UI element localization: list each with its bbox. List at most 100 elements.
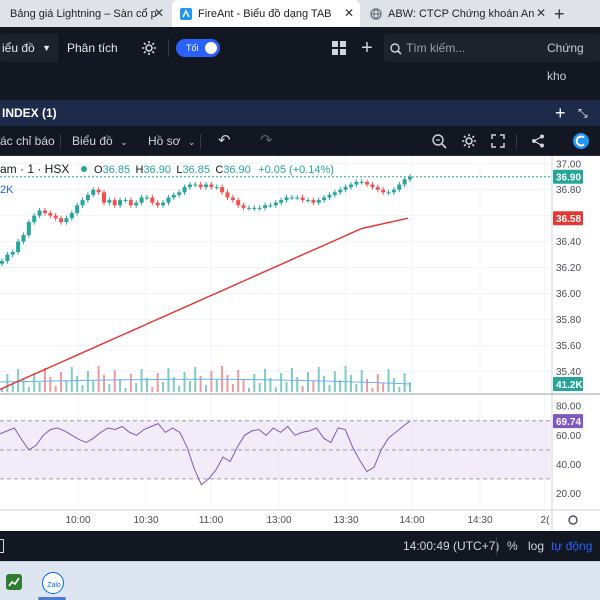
chart-type-dropdown[interactable]: Biểu đồ ⌄: [72, 126, 128, 156]
percent-scale-toggle[interactable]: %: [507, 539, 518, 553]
volume-bar: [323, 376, 326, 392]
x-tick-label: 10:00: [65, 515, 90, 526]
volume-bar: [92, 380, 95, 392]
candle-body: [386, 192, 391, 194]
divider: [60, 134, 61, 149]
volume-bar: [124, 388, 127, 392]
candle-body: [171, 194, 176, 198]
browser-tab-2[interactable]: FireAnt - Biểu đồ dạng TAB ✕: [172, 0, 360, 27]
candle-body: [102, 192, 106, 203]
search-placeholder: Tìm kiếm...: [406, 41, 466, 55]
volume-bar: [274, 387, 277, 392]
add-panel-icon[interactable]: +: [555, 100, 566, 126]
candle-body: [59, 218, 64, 223]
candle-body: [220, 187, 225, 193]
panel-title: INDEX (1): [2, 106, 57, 120]
divider: [516, 134, 517, 149]
chart-menu-dropdown[interactable]: iểu đồ ▼: [0, 34, 58, 62]
fullscreen-icon[interactable]: [487, 130, 509, 152]
close-icon[interactable]: ✕: [536, 6, 546, 20]
volume-bar: [6, 374, 9, 392]
share-icon[interactable]: [527, 130, 549, 152]
candle-body: [359, 181, 364, 183]
candle-body: [257, 207, 262, 209]
candle-body: [182, 187, 187, 193]
clock-time[interactable]: 14:00:49 (UTC+7): [403, 539, 499, 553]
volume-bar: [70, 367, 73, 392]
volume-bar: [33, 373, 36, 392]
candle-body: [306, 200, 310, 202]
chart-settings-gear-icon[interactable]: [458, 130, 480, 152]
candle-body: [252, 207, 257, 209]
add-icon[interactable]: +: [356, 37, 378, 59]
settings-gear-icon[interactable]: [138, 37, 160, 59]
volume-bar: [49, 377, 52, 392]
globe-icon: [370, 7, 382, 20]
candle-body: [166, 197, 171, 203]
volume-bar: [398, 387, 401, 392]
volume-bar: [188, 381, 191, 392]
browser-tab-3[interactable]: ABW: CTCP Chứng khoán An Bình ✕: [362, 0, 552, 27]
high-value: 36.90: [143, 164, 171, 176]
dark-mode-toggle[interactable]: Tối: [176, 39, 220, 57]
candle-body: [144, 197, 149, 199]
volume-bar: [162, 382, 165, 392]
candle-body: [397, 184, 402, 190]
candle-body: [214, 187, 219, 189]
price-tick-label: 36.00: [556, 289, 581, 300]
stocks-app-icon[interactable]: [6, 574, 22, 590]
fireant-logo-icon[interactable]: [570, 130, 592, 152]
analysis-link[interactable]: Phân tích: [67, 34, 118, 62]
candle-body: [408, 176, 412, 180]
x-tick-label: 13:30: [333, 515, 358, 526]
auto-scale-toggle[interactable]: tự động: [551, 539, 592, 553]
profile-dropdown[interactable]: Hồ sơ ⌄: [148, 126, 195, 156]
chevron-down-icon: ⌄: [187, 137, 196, 147]
zalo-icon[interactable]: Zalo: [42, 572, 64, 594]
candle-body: [209, 184, 214, 188]
volume-bar: [387, 369, 390, 392]
candle-body: [273, 202, 278, 206]
volume-bar: [54, 386, 57, 392]
candle-body: [311, 200, 316, 203]
indicators-button[interactable]: ác chỉ báo: [0, 126, 55, 156]
grid-layout-icon[interactable]: [328, 37, 350, 59]
chart-toolbar: ác chỉ báo Biểu đồ ⌄ Hồ sơ ⌄ ↶ ↷: [0, 126, 600, 156]
volume-bar: [392, 378, 395, 392]
volume-bar: [312, 381, 315, 392]
candle-body: [85, 194, 90, 201]
price-tick-label: 36.20: [556, 263, 581, 274]
candle-body: [204, 184, 208, 188]
profile-label: Hồ sơ: [148, 134, 181, 148]
candle-body: [32, 215, 37, 223]
close-icon[interactable]: ✕: [154, 6, 164, 20]
candle-body: [107, 200, 112, 203]
low-value: 36.85: [182, 164, 210, 176]
range-icon[interactable]: [0, 539, 4, 553]
candle-body: [370, 184, 375, 188]
price-chart[interactable]: 10:00 10:30 11:00 13:00 13:30 14:00 14:30 2(37.…: [0, 156, 600, 531]
browser-tab-1[interactable]: Bảng giá Lightning – Sàn cổ phiế ✕: [0, 0, 170, 27]
volume-bar: [119, 379, 122, 392]
volume-bar: [178, 386, 181, 392]
volume-bar: [237, 370, 240, 392]
price-tick-label: 35.80: [556, 315, 581, 326]
close-icon[interactable]: ✕: [344, 6, 354, 20]
divider: [496, 537, 497, 555]
candle-body: [402, 179, 407, 185]
log-scale-toggle[interactable]: log: [528, 539, 544, 553]
undo-icon[interactable]: ↶: [218, 126, 231, 156]
volume-bar: [360, 370, 363, 392]
new-tab-icon[interactable]: +: [554, 4, 565, 25]
candle-body: [80, 200, 85, 206]
volume-bar: [264, 369, 267, 392]
panel-header: INDEX (1) + ⤡: [0, 100, 600, 126]
candle-body: [10, 251, 15, 255]
volume-bar: [285, 382, 288, 392]
app-toolbar: iểu đồ ▼ Phân tích Tối + Tìm kiếm... Chứ…: [0, 27, 600, 100]
expand-icon[interactable]: ⤡: [578, 100, 588, 126]
redo-icon[interactable]: ↷: [260, 126, 273, 156]
candle-body: [16, 241, 21, 252]
securities-menu-link[interactable]: Chứng kho: [547, 34, 600, 83]
zoom-icon[interactable]: [428, 130, 450, 152]
